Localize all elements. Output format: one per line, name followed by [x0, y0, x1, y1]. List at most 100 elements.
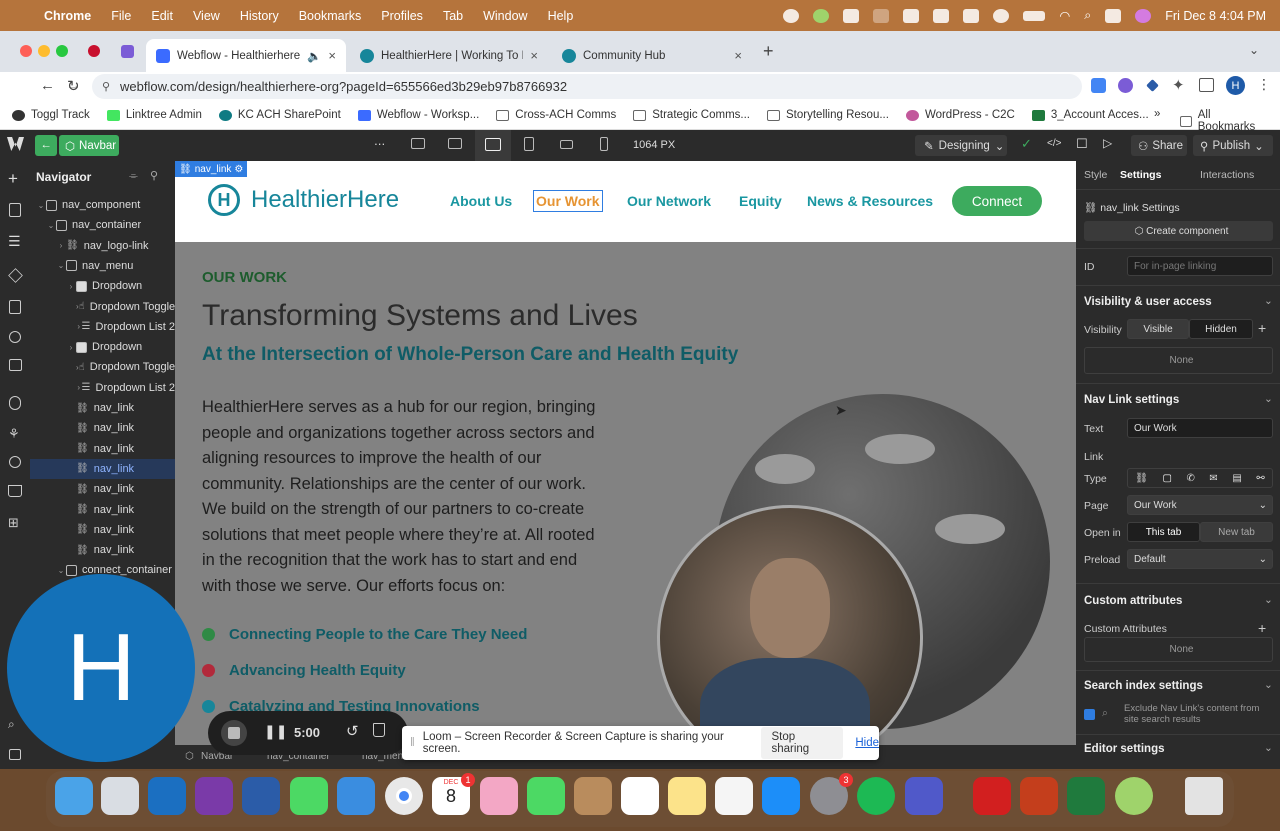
component-badge[interactable]: ⬡ Navbar	[59, 135, 119, 156]
visibility-section-title[interactable]: Visibility & user access	[1084, 296, 1212, 308]
menubar-clock[interactable]: Fri Dec 8 4:04 PM	[1165, 9, 1266, 23]
tab-settings[interactable]: Settings	[1120, 169, 1161, 181]
bookmark-folder-storytelling[interactable]: Storytelling Resou...	[767, 109, 889, 121]
contacts-icon[interactable]	[574, 777, 612, 815]
menu-view[interactable]: View	[193, 9, 220, 23]
components-icon[interactable]	[8, 268, 23, 283]
menu-edit[interactable]: Edit	[151, 9, 173, 23]
pages-icon[interactable]	[9, 203, 21, 217]
navigator-item[interactable]: ⌄ nav_component	[30, 195, 175, 215]
pin-icon[interactable]: ⚲	[150, 169, 158, 182]
more-icon[interactable]: ⋯	[374, 137, 386, 151]
expand-caret-icon[interactable]: ›	[66, 282, 76, 291]
menu-tab[interactable]: Tab	[443, 9, 463, 23]
file-link-icon[interactable]: ▤	[1232, 473, 1241, 484]
site-info-icon[interactable]: ⚲	[102, 80, 110, 93]
users-icon[interactable]	[9, 456, 21, 468]
navigator-item[interactable]: › Dropdown	[30, 276, 175, 296]
add-elements-icon[interactable]: +	[8, 169, 18, 189]
connect-button[interactable]: Connect	[952, 186, 1042, 216]
breakpoint-desktop-icon[interactable]	[448, 138, 462, 149]
breakpoint-portrait-icon[interactable]	[600, 137, 608, 151]
menu-file[interactable]: File	[111, 9, 131, 23]
display-icon[interactable]	[963, 8, 980, 23]
powerpoint-icon[interactable]	[1020, 777, 1058, 815]
close-window-icon[interactable]	[20, 45, 32, 57]
nav-link-equity[interactable]: Equity	[739, 193, 782, 209]
preload-select[interactable]: Default ⌄	[1127, 549, 1273, 569]
facetime-icon[interactable]	[527, 777, 565, 815]
messages-icon[interactable]	[290, 777, 328, 815]
teams-icon[interactable]	[905, 777, 943, 815]
siri-icon[interactable]	[1135, 8, 1152, 23]
check-icon[interactable]: ✓	[1021, 136, 1032, 152]
battery-icon[interactable]	[1023, 10, 1046, 21]
navigator-item[interactable]: › ☝ Dropdown Toggle	[30, 357, 175, 377]
tab-search-icon[interactable]: ⌄	[1249, 43, 1259, 57]
profile-avatar[interactable]: H	[1226, 76, 1245, 95]
nav-link-about-us[interactable]: About Us	[450, 193, 512, 209]
translate-extension-icon[interactable]	[1091, 78, 1106, 93]
drag-handle-icon[interactable]: ‖	[410, 737, 415, 749]
pen-extension-icon[interactable]	[1146, 79, 1159, 92]
bookmark-toggl[interactable]: Toggl Track	[12, 109, 90, 121]
share-button[interactable]: ⚇ Share	[1131, 135, 1187, 156]
chevron-down-icon[interactable]: ⌄	[1264, 393, 1273, 405]
tab-healthierhere[interactable]: HealthierHere | Working To M ×	[350, 39, 548, 72]
help-icon[interactable]	[9, 749, 21, 760]
expand-caret-icon[interactable]: ›	[56, 241, 66, 250]
expand-caret-icon[interactable]: ›	[66, 343, 76, 352]
site-navbar[interactable]: ⛓ nav_link ⚙ H HealthierHere About Us Our …	[175, 161, 1076, 242]
navigator-item[interactable]: ⛓ nav_link	[30, 398, 175, 418]
navigator-item[interactable]: › ☰ Dropdown List 2	[30, 378, 175, 398]
launchpad-icon[interactable]	[101, 777, 139, 815]
url-link-icon[interactable]: ⛓	[1135, 473, 1148, 484]
address-bar[interactable]: ⚲ webflow.com/design/healthierhere-org?p…	[92, 74, 1082, 99]
design-canvas[interactable]: ⛓ nav_link ⚙ H HealthierHere About Us Our …	[175, 161, 1076, 745]
navigator-item[interactable]: ⛓ nav_link	[30, 540, 175, 560]
wifi-icon[interactable]: ◠	[1059, 8, 1070, 23]
trash-icon[interactable]	[1185, 777, 1223, 815]
bookmark-folder-strategic[interactable]: Strategic Comms...	[633, 109, 750, 121]
extensions-puzzle-icon[interactable]: ✦	[1172, 76, 1185, 94]
id-input[interactable]: For in-page linking	[1127, 256, 1273, 276]
bookmark-wordpress[interactable]: WordPress - C2C	[905, 109, 1015, 121]
menu-help[interactable]: Help	[548, 9, 574, 23]
navigator-item[interactable]: ⛓ nav_link	[30, 500, 175, 520]
expand-caret-icon[interactable]: ⌄	[56, 566, 66, 575]
navlink-section-title[interactable]: Nav Link settings	[1084, 394, 1179, 406]
mode-dropdown[interactable]: ✎ Designing ⌄	[915, 135, 1007, 156]
phone-link-icon[interactable]: ✆	[1186, 473, 1194, 484]
tab-community-hub[interactable]: Community Hub ×	[552, 39, 752, 72]
bookmark-account-access[interactable]: 3_Account Acces...	[1031, 109, 1149, 121]
chevron-down-icon[interactable]: ⌄	[1264, 295, 1273, 307]
this-tab-toggle[interactable]: This tab	[1127, 522, 1200, 542]
trash-icon[interactable]	[373, 723, 385, 737]
reload-icon[interactable]: ↻	[67, 77, 80, 95]
breakpoint-tablet-icon[interactable]	[524, 137, 534, 151]
pause-icon[interactable]: ❚❚	[264, 723, 287, 740]
reminders-icon[interactable]	[621, 777, 659, 815]
custom-attributes-title[interactable]: Custom attributes	[1084, 595, 1182, 607]
word-icon[interactable]	[242, 777, 280, 815]
navigator-item[interactable]: ⌄ nav_container	[30, 215, 175, 235]
logic-icon[interactable]: ⚘	[8, 426, 20, 442]
breakpoint-landscape-icon[interactable]	[560, 140, 573, 149]
notes-icon[interactable]	[668, 777, 706, 815]
page-select[interactable]: Our Work ⌄	[1127, 495, 1273, 515]
link-text-input[interactable]: Our Work	[1127, 418, 1273, 438]
spotify-icon[interactable]	[857, 777, 895, 815]
chevron-down-icon[interactable]: ⌄	[1264, 742, 1273, 754]
collapse-icon[interactable]: ⌯	[129, 170, 138, 183]
status-icon[interactable]	[873, 8, 890, 23]
back-icon[interactable]: ←	[40, 77, 55, 94]
zoom-window-icon[interactable]	[56, 45, 68, 57]
nav-link-our-work[interactable]: Our Work	[533, 190, 603, 212]
navigator-item[interactable]: ⛓ nav_link	[30, 520, 175, 540]
hide-link[interactable]: Hide	[855, 737, 879, 749]
exclude-search-checkbox[interactable]	[1084, 709, 1095, 720]
ecommerce-icon[interactable]	[8, 485, 22, 497]
apps-icon[interactable]: ⊞	[8, 515, 19, 531]
close-tab-icon[interactable]: ×	[734, 48, 742, 63]
finder-icon[interactable]	[55, 777, 93, 815]
